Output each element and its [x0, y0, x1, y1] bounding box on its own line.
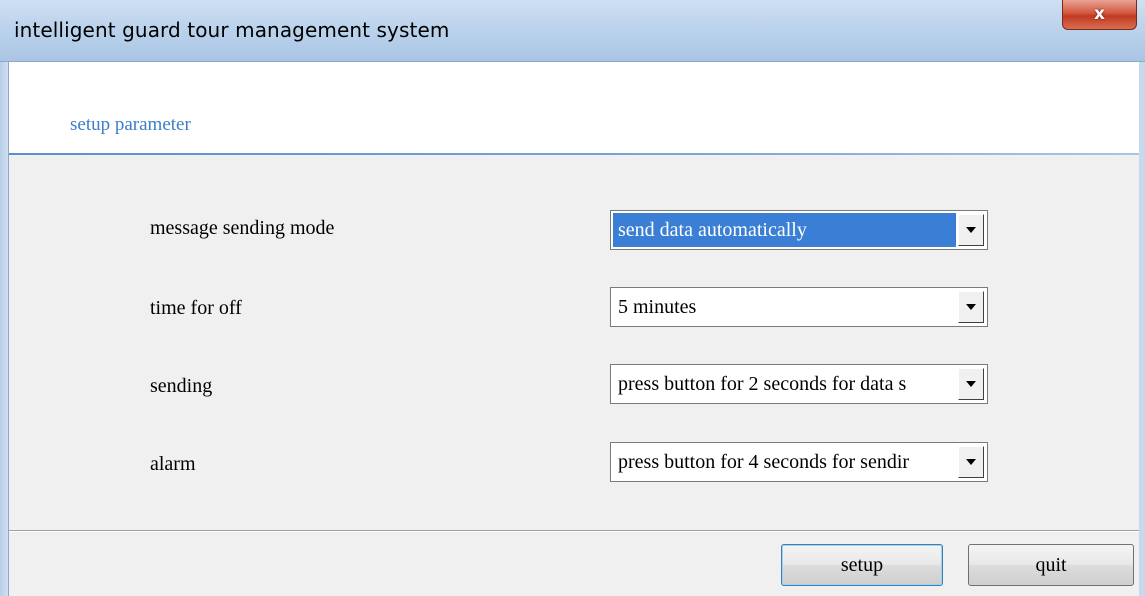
alarm-dropdown-button[interactable]	[958, 446, 984, 478]
window-titlebar[interactable]: intelligent guard tour management system…	[0, 0, 1145, 62]
page-title: setup parameter	[70, 114, 191, 135]
window-frame-left	[0, 62, 9, 596]
quit-button[interactable]: quit	[968, 544, 1134, 586]
chevron-down-icon	[966, 381, 976, 387]
window-frame-right	[1139, 62, 1145, 596]
time-for-off-dropdown-button[interactable]	[958, 291, 984, 323]
alarm-label: alarm	[150, 453, 196, 475]
sending-dropdown[interactable]: press button for 2 seconds for data s	[610, 364, 988, 404]
alarm-dropdown[interactable]: press button for 4 seconds for sendir	[610, 442, 988, 482]
time-for-off-value: 5 minutes	[618, 296, 697, 318]
time-for-off-dropdown[interactable]: 5 minutes	[610, 287, 988, 327]
close-button[interactable]: x	[1062, 0, 1137, 30]
sending-value: press button for 2 seconds for data s	[618, 373, 907, 395]
message-sending-mode-dropdown-button[interactable]	[958, 214, 984, 246]
close-icon: x	[1094, 4, 1105, 24]
time-for-off-label: time for off	[150, 297, 242, 319]
message-sending-mode-value: send data automatically	[613, 213, 956, 247]
header-band	[9, 62, 1139, 154]
message-sending-mode-label: message sending mode	[150, 217, 335, 239]
sending-dropdown-button[interactable]	[958, 368, 984, 400]
message-sending-mode-dropdown[interactable]: send data automatically	[610, 210, 988, 250]
chevron-down-icon	[966, 304, 976, 310]
alarm-value: press button for 4 seconds for sendir	[618, 451, 910, 473]
setup-button[interactable]: setup	[781, 544, 943, 586]
chevron-down-icon	[966, 459, 976, 465]
window-title: intelligent guard tour management system	[14, 18, 450, 42]
chevron-down-icon	[966, 227, 976, 233]
sending-label: sending	[150, 375, 213, 397]
